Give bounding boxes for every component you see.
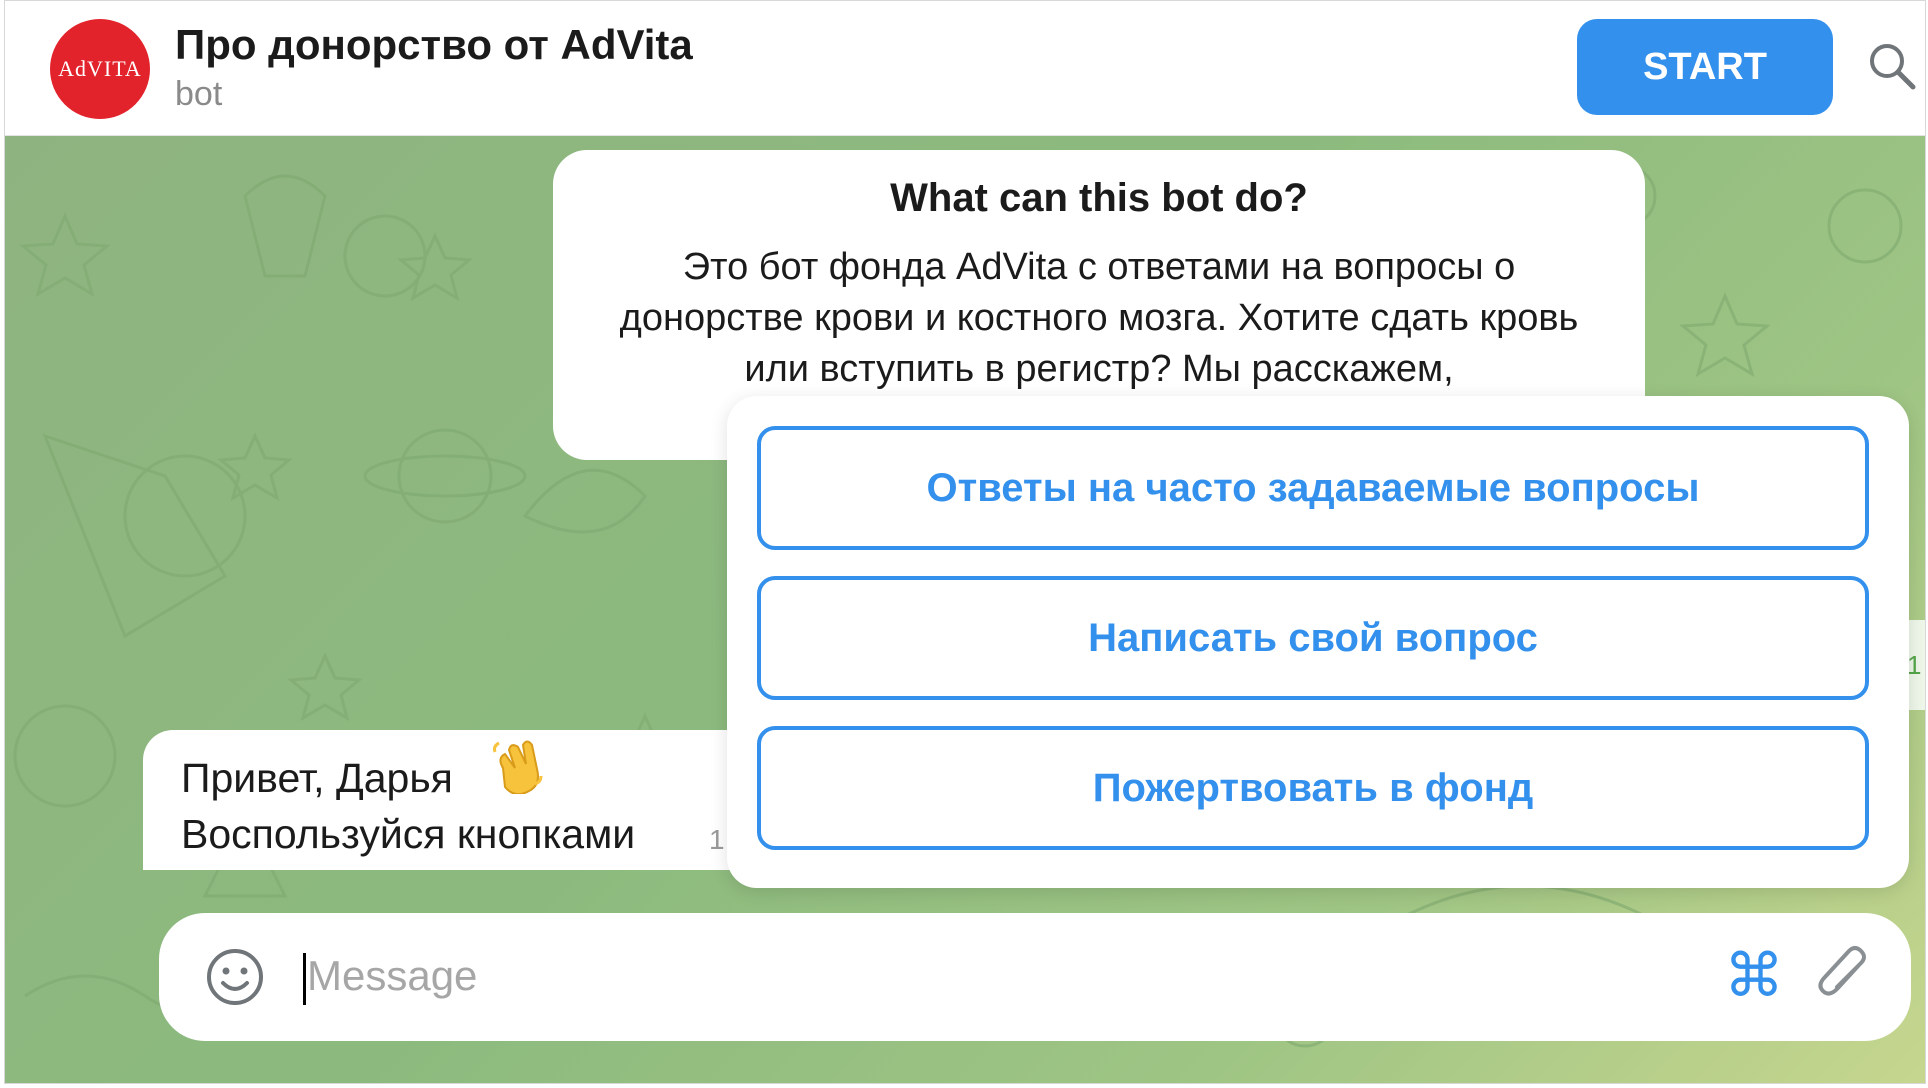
bot-description-visible-text: Это бот фонда AdVita с ответами на вопро… <box>619 246 1579 390</box>
chat-header: AdVITA Про донорство от AdVita bot START <box>5 1 1925 136</box>
bot-description-title: What can this bot do? <box>890 176 1308 220</box>
keyboard-button-faq[interactable]: Ответы на часто задаваемые вопросы <box>757 426 1869 550</box>
message-text: Привет, Дарья Воспользуйся кнопками <box>181 750 635 862</box>
avatar-logo-text: AdVITA <box>58 56 142 81</box>
text-cursor <box>303 953 306 1005</box>
message-composer: ⌘ <box>159 913 1911 1041</box>
avatar[interactable]: AdVITA <box>50 19 150 119</box>
message-input[interactable] <box>307 941 1307 1011</box>
reply-keyboard: Ответы на часто задаваемые вопросы Напис… <box>727 396 1909 888</box>
paperclip-icon[interactable] <box>1815 943 1875 1009</box>
chat-title[interactable]: Про донорство от AdVita <box>175 21 693 69</box>
command-icon[interactable]: ⌘ <box>1721 943 1787 1009</box>
start-button[interactable]: START <box>1577 19 1833 115</box>
emoji-icon[interactable] <box>205 947 265 1007</box>
outgoing-message-time: 1 <box>1907 650 1922 680</box>
message-time: 1 <box>709 824 725 855</box>
chat-subtitle: bot <box>175 75 223 113</box>
incoming-message: Привет, Дарья Воспользуйся кнопками 1 <box>143 730 763 870</box>
message-body: Привет, Дарья Воспользуйся кнопками <box>181 755 636 857</box>
waving-hand-icon <box>493 740 543 794</box>
keyboard-button-donate[interactable]: Пожертвовать в фонд <box>757 726 1869 850</box>
search-icon[interactable] <box>1867 41 1917 91</box>
telegram-chat-window: AdVITA Про донорство от AdVita bot START <box>4 0 1926 1084</box>
keyboard-button-ask-question[interactable]: Написать свой вопрос <box>757 576 1869 700</box>
